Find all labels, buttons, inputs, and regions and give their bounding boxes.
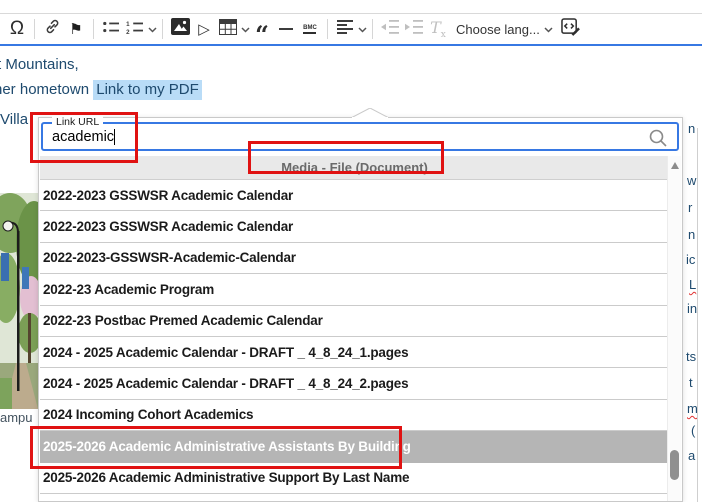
bulleted-list-button[interactable] (99, 16, 123, 42)
list-scrollbar[interactable] (667, 156, 681, 501)
doc-fragment: ts (686, 349, 697, 364)
special-character-button[interactable]: Ω (5, 16, 29, 42)
list-item[interactable]: 2022-2023 GSSWSR Academic Calendar (40, 180, 669, 212)
outdent-button (378, 16, 402, 42)
source-edit-icon (561, 17, 581, 41)
editor-toolbar: Ω ⚑ 1 2 ▷ “ BMC Tx Choose lang... (0, 13, 702, 49)
link-balloon-panel: Link URL academic Media - File (Document… (38, 108, 683, 502)
chevron-down-icon[interactable] (241, 20, 250, 38)
horizontal-line-icon (279, 28, 293, 30)
media-embed-button[interactable]: ▷ (192, 16, 216, 42)
indent-icon (405, 19, 423, 39)
list-item[interactable]: 2022-2023-GSSWSR-Academic-Calendar (40, 243, 669, 275)
alignment-button[interactable] (333, 16, 357, 42)
chevron-down-icon[interactable] (358, 20, 367, 38)
table-icon (219, 18, 237, 40)
numbered-list-button[interactable]: 1 2 (123, 16, 147, 42)
list-item[interactable]: 2022-2023 GSSWSR Academic Calendar (40, 211, 669, 243)
link-icon (44, 18, 61, 40)
source-editing-button[interactable] (559, 16, 583, 42)
doc-fragment: w (687, 173, 697, 188)
numbered-list-icon: 1 2 (126, 19, 144, 40)
indent-button (402, 16, 426, 42)
document-line-villa: Villa (0, 111, 29, 128)
doc-fragment: r (688, 200, 693, 215)
quote-icon: “ (255, 20, 269, 49)
doc-fragment: L (689, 277, 697, 292)
toolbar-separator (34, 19, 35, 39)
toolbar-separator (162, 19, 163, 39)
chevron-down-icon[interactable] (148, 20, 157, 38)
omega-icon: Ω (9, 18, 25, 39)
link-suggestion-list: 2022-2023 GSSWSR Academic Calendar 2022-… (40, 180, 669, 494)
document-right-border (697, 128, 698, 502)
selected-link-text[interactable]: Link to my PDF (93, 80, 202, 100)
bookmark-flag-button[interactable]: ⚑ (64, 16, 88, 42)
photo-caption: ampu (0, 410, 33, 425)
list-item[interactable]: 2022-23 Academic Program (40, 274, 669, 306)
image-icon (170, 18, 190, 40)
remove-format-button: Tx (426, 16, 450, 42)
list-item[interactable]: 2025-2026 Academic Administrative Suppor… (40, 463, 669, 494)
list-item[interactable]: 2024 Incoming Cohort Academics (40, 400, 669, 432)
play-icon: ▷ (198, 21, 210, 38)
doc-fragment: t (689, 375, 693, 390)
media-group-header: Media - File (Document) (40, 156, 669, 180)
remove-format-icon: Tx (430, 17, 446, 41)
outdent-icon (381, 19, 399, 39)
list-item[interactable]: 2022-23 Postbac Premed Academic Calendar (40, 306, 669, 337)
link-url-value[interactable]: academic (43, 129, 114, 145)
text-cursor (114, 128, 116, 145)
list-item-selected[interactable]: 2025-2026 Academic Administrative Assist… (40, 431, 669, 463)
image-button[interactable] (168, 16, 192, 42)
svg-text:2: 2 (126, 29, 130, 35)
block-quote-button[interactable]: “ (250, 16, 274, 49)
horizontal-line-button[interactable] (274, 16, 298, 42)
toolbar-separator (327, 19, 328, 39)
doc-fragment: ic (686, 252, 696, 267)
toolbar-separator (372, 19, 373, 39)
link-button[interactable] (40, 16, 64, 42)
bulleted-list-icon (102, 19, 120, 40)
search-icon (648, 128, 668, 153)
scroll-up-arrow-icon[interactable] (671, 162, 679, 169)
link-url-label: Link URL (52, 116, 104, 128)
language-dropdown[interactable]: Choose lang... (450, 22, 543, 37)
doc-fragment: n (688, 227, 696, 242)
chevron-down-icon[interactable] (544, 20, 553, 38)
document-line-mountains: t Mountains, (0, 56, 79, 73)
table-button[interactable] (216, 16, 240, 42)
link-url-field[interactable]: Link URL academic (41, 116, 679, 153)
editor-screen: Ω ⚑ 1 2 ▷ “ BMC Tx Choose lang... t Moun… (0, 0, 702, 502)
doc-fragment: a (688, 448, 696, 463)
doc-fragment: ( (691, 423, 696, 438)
scrollbar-thumb[interactable] (670, 450, 679, 480)
bmc-break-icon: BMC (303, 25, 317, 34)
balloon-caret (351, 108, 389, 118)
doc-fragment: n (688, 121, 696, 136)
campus-photo (0, 193, 52, 409)
toolbar-separator (93, 19, 94, 39)
doc-fragment: in (687, 301, 698, 316)
list-item[interactable]: 2024 - 2025 Academic Calendar - DRAFT _ … (40, 337, 669, 369)
list-item[interactable]: 2024 - 2025 Academic Calendar - DRAFT _ … (40, 368, 669, 400)
document-line-hometown: her hometown Link to my PDF (0, 80, 202, 100)
flag-icon: ⚑ (69, 21, 83, 38)
svg-text:1: 1 (126, 21, 130, 28)
alignment-icon (336, 19, 354, 39)
bmc-break-button[interactable]: BMC (298, 16, 322, 42)
